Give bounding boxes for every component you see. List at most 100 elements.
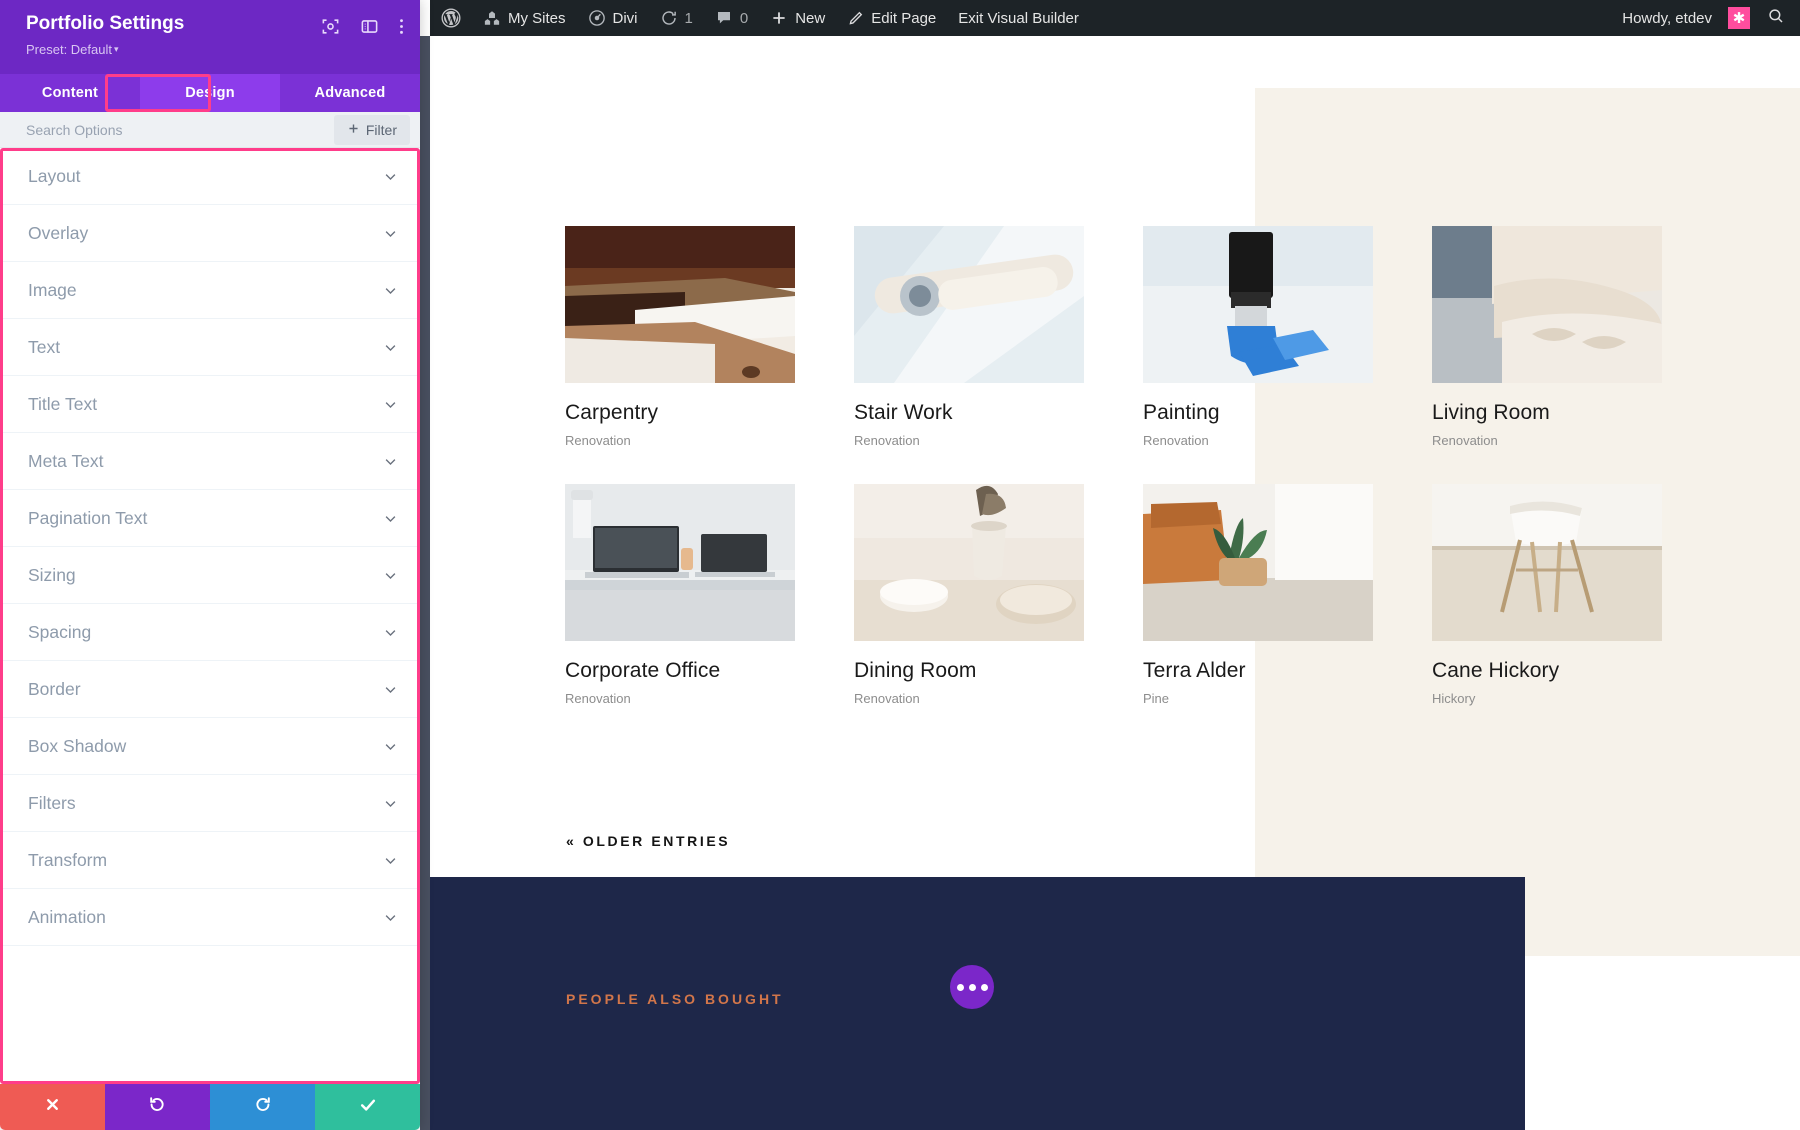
pencil-icon — [847, 10, 864, 27]
redo-button[interactable] — [210, 1084, 315, 1130]
undo-button[interactable] — [105, 1084, 210, 1130]
option-row-layout[interactable]: Layout — [0, 148, 420, 205]
portfolio-title[interactable]: Living Room — [1432, 400, 1662, 425]
adminbar-edit-page[interactable]: Edit Page — [836, 0, 947, 36]
adminbar-edit-page-label: Edit Page — [871, 10, 936, 27]
design-options-list[interactable]: Layout Overlay Image Text Title Text — [0, 148, 420, 1084]
option-row-spacing[interactable]: Spacing — [0, 604, 420, 661]
portfolio-thumbnail[interactable] — [854, 226, 1084, 383]
portfolio-meta: Renovation — [1143, 433, 1373, 448]
portfolio-title[interactable]: Stair Work — [854, 400, 1084, 425]
preset-selector[interactable]: Preset: Default▾ — [26, 42, 401, 57]
option-row-pagination-text[interactable]: Pagination Text — [0, 490, 420, 547]
page-preview-canvas: Carpentry Renovation Stair Work — [430, 36, 1800, 1130]
option-row-box-shadow[interactable]: Box Shadow — [0, 718, 420, 775]
option-label: Meta Text — [28, 451, 383, 472]
option-row-overlay[interactable]: Overlay — [0, 205, 420, 262]
option-row-title-text[interactable]: Title Text — [0, 376, 420, 433]
portfolio-title[interactable]: Painting — [1143, 400, 1373, 425]
adminbar-comments[interactable]: 0 — [704, 0, 759, 36]
adminbar-my-sites-label: My Sites — [508, 10, 566, 27]
updates-icon — [660, 9, 678, 27]
option-label: Sizing — [28, 565, 383, 586]
portfolio-title[interactable]: Cane Hickory — [1432, 658, 1662, 683]
option-row-meta-text[interactable]: Meta Text — [0, 433, 420, 490]
option-label: Text — [28, 337, 383, 358]
option-row-image[interactable]: Image — [0, 262, 420, 319]
adminbar-divi-label: Divi — [613, 10, 638, 27]
design-options-wrapper: Layout Overlay Image Text Title Text — [0, 148, 420, 1084]
portfolio-thumbnail[interactable] — [1432, 484, 1662, 641]
adminbar-search-button[interactable] — [1754, 7, 1800, 29]
portfolio-thumbnail[interactable] — [1432, 226, 1662, 383]
search-options-bar: Filter — [0, 112, 420, 148]
portfolio-thumbnail[interactable] — [565, 484, 795, 641]
pagination-older-entries[interactable]: « OLDER ENTRIES — [566, 833, 730, 849]
portfolio-item[interactable]: Cane Hickory Hickory — [1432, 484, 1662, 706]
plus-icon — [347, 122, 360, 138]
option-label: Animation — [28, 907, 383, 928]
people-also-bought-section: PEOPLE ALSO BOUGHT — [430, 877, 1525, 1130]
fab-dot — [969, 984, 976, 991]
more-vertical-icon[interactable] — [399, 17, 404, 36]
option-label: Border — [28, 679, 383, 700]
option-label: Image — [28, 280, 383, 301]
chevron-down-icon — [383, 796, 398, 811]
tab-design[interactable]: Design — [140, 74, 280, 112]
fab-dot — [981, 984, 988, 991]
option-row-animation[interactable]: Animation — [0, 889, 420, 946]
tab-advanced[interactable]: Advanced — [280, 74, 420, 112]
portfolio-thumbnail[interactable] — [1143, 484, 1373, 641]
panel-layout-icon[interactable] — [360, 17, 379, 36]
portfolio-item[interactable]: Dining Room Renovation — [854, 484, 1084, 706]
portfolio-title[interactable]: Corporate Office — [565, 658, 795, 683]
adminbar-my-account[interactable]: Howdy, etdev ✱ — [1611, 0, 1754, 36]
focus-icon[interactable] — [321, 17, 340, 36]
portfolio-item[interactable]: Living Room Renovation — [1432, 226, 1662, 448]
option-label: Transform — [28, 850, 383, 871]
adminbar-updates[interactable]: 1 — [649, 0, 704, 36]
cancel-button[interactable] — [0, 1084, 105, 1130]
option-row-filters[interactable]: Filters — [0, 775, 420, 832]
adminbar-wp-logo[interactable] — [430, 0, 472, 36]
option-label: Layout — [28, 166, 383, 187]
option-label: Title Text — [28, 394, 383, 415]
chevron-down-icon — [383, 226, 398, 241]
portfolio-meta: Renovation — [854, 691, 1084, 706]
save-button[interactable] — [315, 1084, 420, 1130]
preset-label: Preset: Default — [26, 42, 112, 57]
plus-icon — [770, 9, 788, 27]
portfolio-item[interactable]: Carpentry Renovation — [565, 226, 795, 448]
search-input[interactable] — [26, 122, 334, 138]
portfolio-item[interactable]: Corporate Office Renovation — [565, 484, 795, 706]
adminbar-my-sites[interactable]: My Sites — [472, 0, 577, 36]
chevron-down-icon: ▾ — [114, 44, 119, 54]
tab-content[interactable]: Content — [0, 74, 140, 112]
adminbar-exit-visual-builder[interactable]: Exit Visual Builder — [947, 0, 1090, 36]
adminbar-divi[interactable]: Divi — [577, 0, 649, 36]
portfolio-item[interactable]: Painting Renovation — [1143, 226, 1373, 448]
filter-button[interactable]: Filter — [334, 115, 410, 145]
option-row-text[interactable]: Text — [0, 319, 420, 376]
portfolio-thumbnail[interactable] — [565, 226, 795, 383]
portfolio-title[interactable]: Dining Room — [854, 658, 1084, 683]
portfolio-title[interactable]: Terra Alder — [1143, 658, 1373, 683]
portfolio-thumbnail[interactable] — [1143, 226, 1373, 383]
portfolio-meta: Renovation — [1432, 433, 1662, 448]
option-row-border[interactable]: Border — [0, 661, 420, 718]
option-row-transform[interactable]: Transform — [0, 832, 420, 889]
portfolio-title[interactable]: Carpentry — [565, 400, 795, 425]
option-label: Filters — [28, 793, 383, 814]
more-options-fab[interactable] — [950, 965, 994, 1009]
portfolio-item[interactable]: Stair Work Renovation — [854, 226, 1084, 448]
close-icon — [44, 1096, 61, 1118]
divi-icon — [588, 9, 606, 27]
portfolio-item[interactable]: Terra Alder Pine — [1143, 484, 1373, 706]
option-row-sizing[interactable]: Sizing — [0, 547, 420, 604]
adminbar-new[interactable]: New — [759, 0, 836, 36]
chevron-down-icon — [383, 511, 398, 526]
panel-scroll-gutter[interactable] — [420, 36, 430, 1130]
search-icon — [1767, 7, 1785, 29]
portfolio-thumbnail[interactable] — [854, 484, 1084, 641]
adminbar-new-label: New — [795, 10, 825, 27]
